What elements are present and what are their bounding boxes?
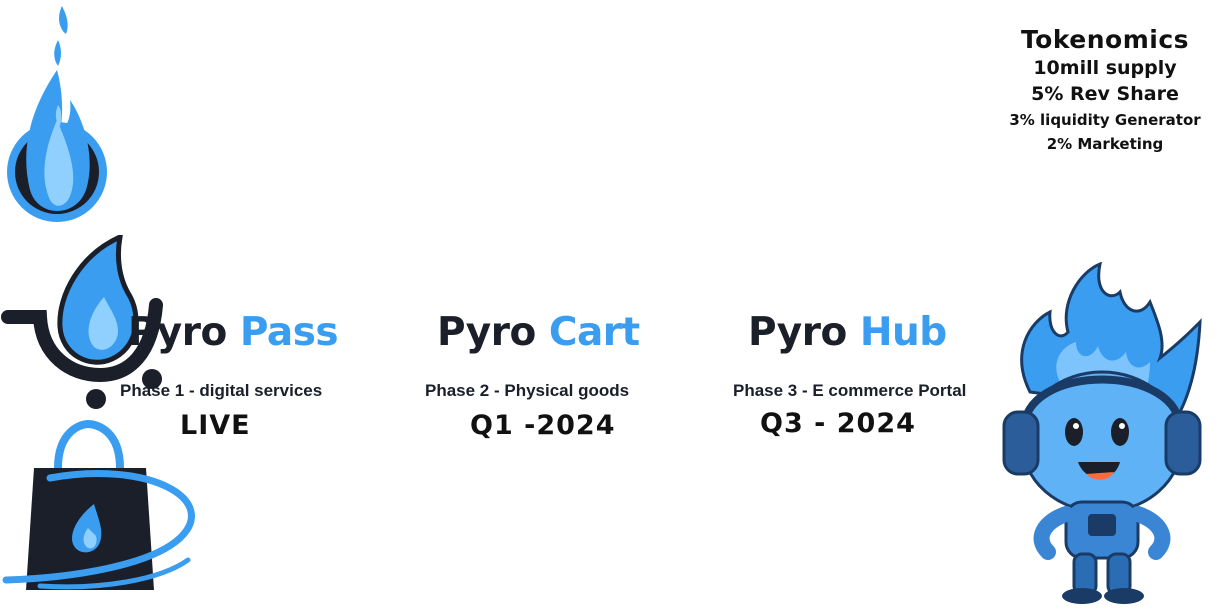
- tokenomics-title: Tokenomics: [1020, 25, 1190, 54]
- product-name-word2: Cart: [548, 310, 640, 355]
- tokenomics-panel: Tokenomics 10mill supply 5% Rev Share 3%…: [990, 24, 1220, 156]
- product-name-word1: Pyro: [437, 310, 536, 355]
- tokenomics-line: 5% Rev Share: [1031, 83, 1179, 105]
- shopping-bag-flame-icon: [2, 419, 195, 590]
- status-label: LIVE: [180, 410, 251, 441]
- product-name-word1: Pyro: [748, 310, 847, 355]
- phase-label: Phase 2 - Physical goods: [425, 381, 630, 400]
- flame-circle-icon: [7, 6, 107, 222]
- flame-mascot-icon: [1002, 262, 1202, 604]
- status-label: Q1 -2024: [470, 410, 616, 441]
- phase-label: Phase 1 - digital services: [120, 381, 323, 400]
- tokenomics-line: 3% liquidity Generator: [1009, 111, 1201, 129]
- product-name-word2: Pass: [239, 310, 339, 355]
- tokenomics-line: 2% Marketing: [1046, 135, 1164, 153]
- tokenomics-line: 10mill supply: [1033, 57, 1177, 79]
- phase-label: Phase 3 - E commerce Portal: [733, 381, 967, 400]
- status-label: Q3 - 2024: [760, 408, 916, 439]
- product-name-word2: Hub: [859, 310, 947, 355]
- product-name-word1: Pyro: [128, 310, 227, 355]
